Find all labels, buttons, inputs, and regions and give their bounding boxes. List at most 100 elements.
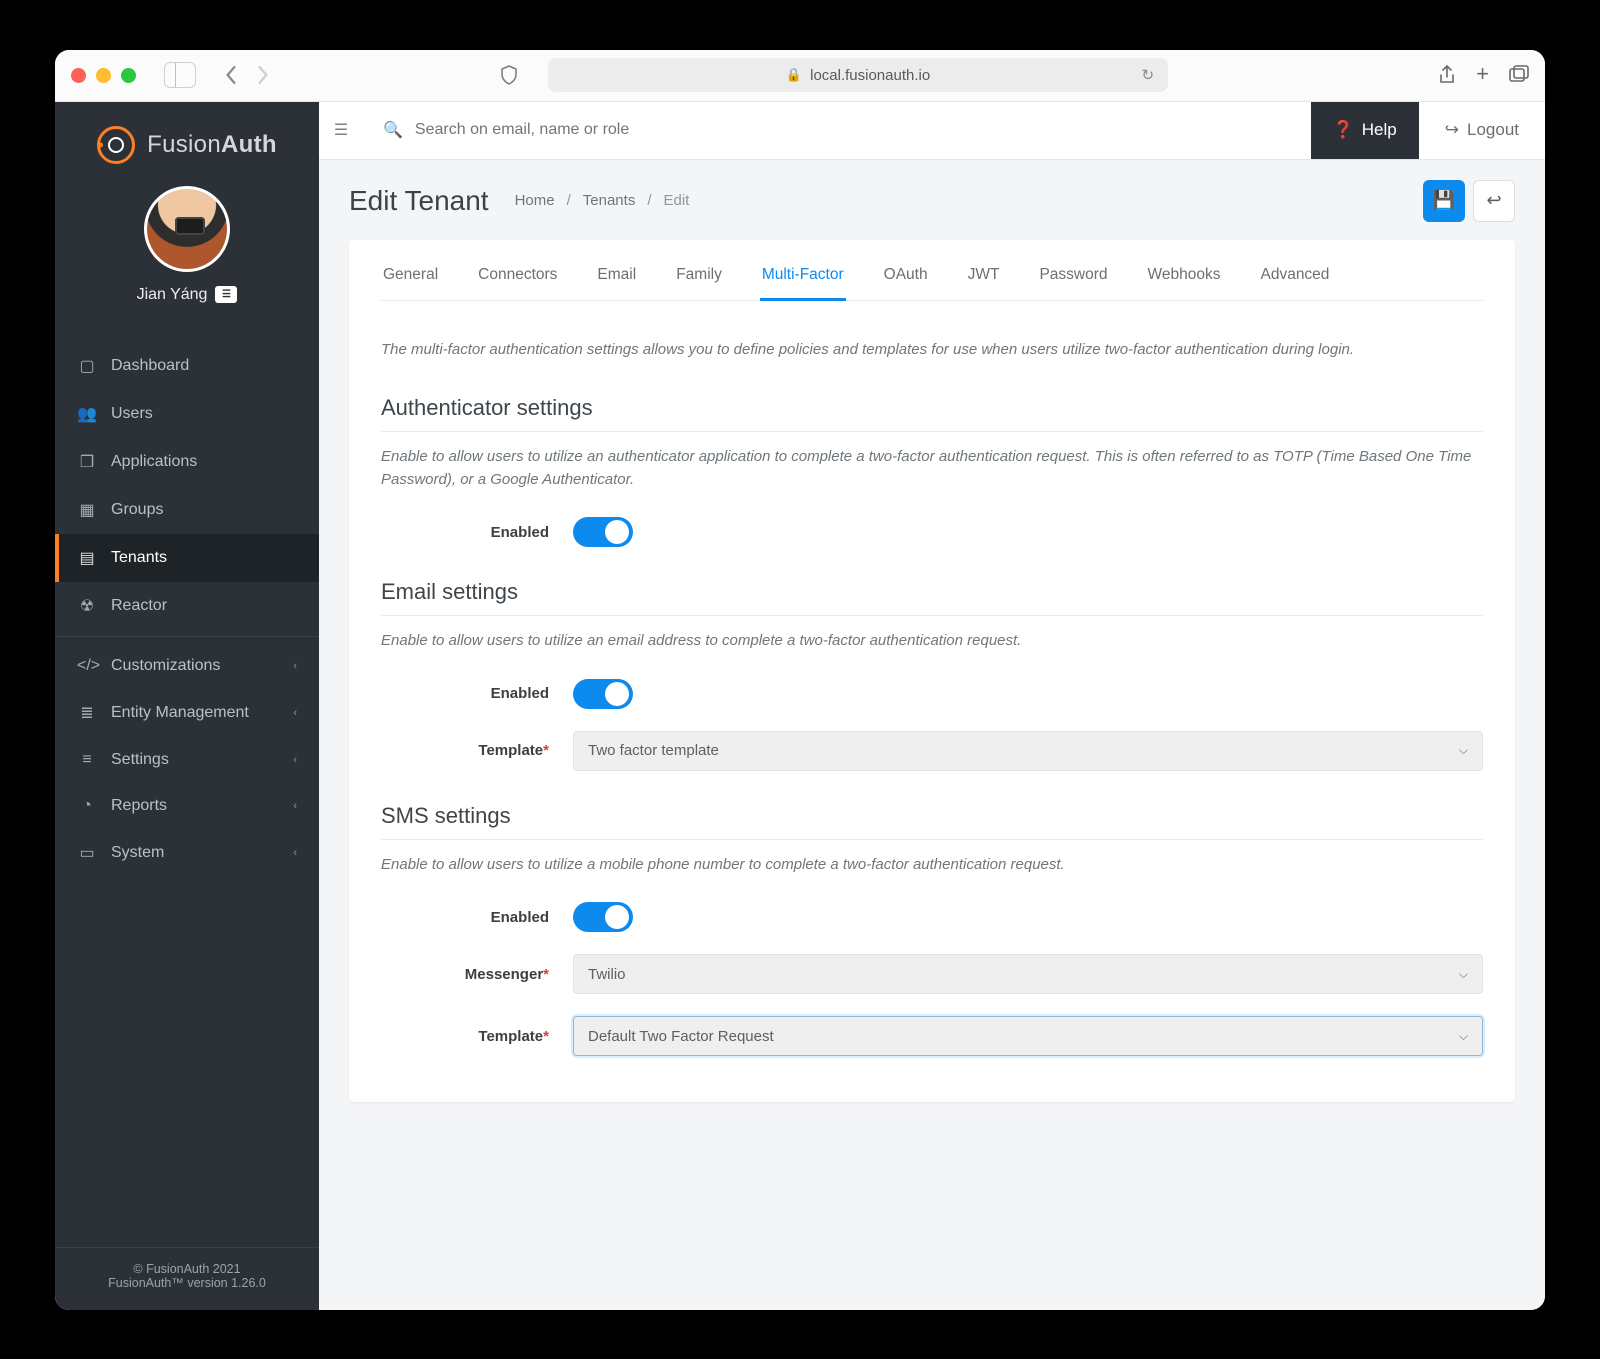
entity-icon: ≣ [77,703,97,723]
sms-messenger-row: Messenger* Twilio ⌵ [381,938,1483,1000]
chevron-left-icon: ‹ [293,707,297,719]
sidebar-item-label: Customizations [111,657,220,675]
refresh-icon[interactable]: ↻ [1141,66,1154,84]
topbar-search[interactable]: 🔍 [363,120,1311,140]
sidebar-item-label: Settings [111,751,169,769]
sidebar-item-label: Tenants [111,549,167,567]
logout-button[interactable]: ↪ Logout [1419,102,1545,160]
tab-password[interactable]: Password [1037,256,1109,301]
sidebar-item-tenants[interactable]: ▤ Tenants [55,534,319,582]
auth-enabled-toggle[interactable] [573,517,633,547]
tab-advanced[interactable]: Advanced [1258,256,1331,301]
sidebar-item-customizations[interactable]: </>Customizations‹ [55,643,319,689]
user-card-icon: ☰ [215,286,237,303]
email-enabled-toggle[interactable] [573,679,633,709]
logout-icon: ↪ [1445,120,1459,140]
groups-icon: ▦ [77,500,97,520]
app-shell: FusionAuth Jian Yáng ☰ ▢ Dashboard 👥Users… [55,102,1545,1310]
new-tab-icon[interactable]: + [1476,65,1489,85]
search-input[interactable] [415,121,1291,139]
collapse-sidebar-icon[interactable]: ☰ [319,120,363,140]
sidebar-item-groups[interactable]: ▦Groups [55,486,319,534]
page-title: Edit Tenant [349,185,489,217]
sidebar-item-users[interactable]: 👥Users [55,390,319,438]
sidebar-item-label: Dashboard [111,357,189,375]
crumb-current: Edit [664,192,690,209]
current-user[interactable]: Jian Yáng ☰ [55,174,319,324]
tab-family[interactable]: Family [674,256,724,301]
tabbar: General Connectors Email Family Multi-Fa… [381,240,1483,301]
brand-name: FusionAuth [147,131,277,159]
section-authenticator-title: Authenticator settings [381,369,1483,432]
chevron-left-icon: ‹ [293,660,297,672]
section-authenticator-desc: Enable to allow users to utilize an auth… [381,432,1483,501]
sidebar-item-label: Users [111,405,153,423]
chevron-left-icon: ‹ [293,847,297,859]
crumb-home[interactable]: Home [515,192,555,209]
undo-icon: ↩ [1486,190,1501,211]
logout-label: Logout [1467,120,1519,140]
chevron-left-icon: ‹ [293,754,297,766]
tab-jwt[interactable]: JWT [966,256,1002,301]
sidebar-item-entity-management[interactable]: ≣Entity Management‹ [55,689,319,737]
system-icon: ▭ [77,843,97,863]
tab-connectors[interactable]: Connectors [476,256,559,301]
sidebar-footer: © FusionAuth 2021 FusionAuth™ version 1.… [55,1247,319,1310]
sms-enabled-label: Enabled [381,909,549,926]
sms-template-select[interactable]: Default Two Factor Request ⌵ [573,1016,1483,1056]
tab-webhooks[interactable]: Webhooks [1146,256,1223,301]
share-icon[interactable] [1438,65,1456,85]
breadcrumb: Home/ Tenants/ Edit [515,192,690,209]
sidebar-item-system[interactable]: ▭System‹ [55,829,319,877]
topbar: ☰ 🔍 ❓Help ↪ Logout [319,102,1545,160]
sidebar-item-label: Applications [111,453,197,471]
select-value: Two factor template [588,742,719,759]
sms-template-label: Template* [381,1028,549,1045]
address-bar[interactable]: 🔒 local.fusionauth.io ↻ [548,58,1168,92]
sidebar-toggle-icon[interactable] [164,62,196,88]
email-template-select[interactable]: Two factor template ⌵ [573,731,1483,771]
tab-email[interactable]: Email [595,256,638,301]
crumb-tenants[interactable]: Tenants [583,192,636,209]
help-button[interactable]: ❓Help [1311,102,1419,160]
reports-icon: ◔ [77,797,97,815]
sms-enabled-toggle[interactable] [573,902,633,932]
applications-icon: ❒ [77,452,97,472]
section-sms-title: SMS settings [381,777,1483,840]
version: FusionAuth™ version 1.26.0 [65,1276,309,1290]
sidebar-item-label: Reports [111,797,167,815]
tab-general[interactable]: General [381,256,440,301]
save-button[interactable]: 💾 [1423,180,1465,222]
tab-oauth[interactable]: OAuth [882,256,930,301]
brand: FusionAuth [55,102,319,174]
dashboard-icon: ▢ [77,356,97,376]
tab-multi-factor[interactable]: Multi-Factor [760,256,846,301]
tenant-card: General Connectors Email Family Multi-Fa… [349,240,1515,1103]
sidebar-item-settings[interactable]: ≡ Settings ‹ [55,737,319,783]
section-sms-desc: Enable to allow users to utilize a mobil… [381,840,1483,887]
browser-window: 🔒 local.fusionauth.io ↻ + FusionAuth Jia… [55,50,1545,1310]
close-window[interactable] [71,68,86,83]
sidebar-item-dashboard[interactable]: ▢ Dashboard [55,342,319,390]
tabs-overview-icon[interactable] [1509,65,1529,85]
email-enabled-row: Enabled [381,663,1483,715]
sidebar-item-applications[interactable]: ❒ Applications [55,438,319,486]
copyright: © FusionAuth 2021 [65,1262,309,1276]
sms-messenger-select[interactable]: Twilio ⌵ [573,954,1483,994]
back-icon[interactable] [216,63,246,87]
tenants-icon: ▤ [77,548,97,568]
nav: ▢Dashboard 👥Users ❒Applications ▦Groups … [55,342,319,1247]
main: ☰ 🔍 ❓Help ↪ Logout Edit Tenant Home/ Tena… [319,102,1545,1310]
privacy-shield-icon[interactable] [500,65,518,85]
mfa-intro: The multi-factor authentication settings… [381,301,1483,370]
brand-logo-icon [97,126,135,164]
settings-icon: ≡ [77,751,97,769]
maximize-window[interactable] [121,68,136,83]
username: Jian Yáng [137,286,208,304]
reactor-icon: ☢ [77,596,97,616]
minimize-window[interactable] [96,68,111,83]
back-button[interactable]: ↩ [1473,180,1515,222]
sidebar-item-reports[interactable]: ◔Reports‹ [55,783,319,829]
sidebar-item-reactor[interactable]: ☢Reactor [55,582,319,630]
forward-icon[interactable] [248,63,278,87]
